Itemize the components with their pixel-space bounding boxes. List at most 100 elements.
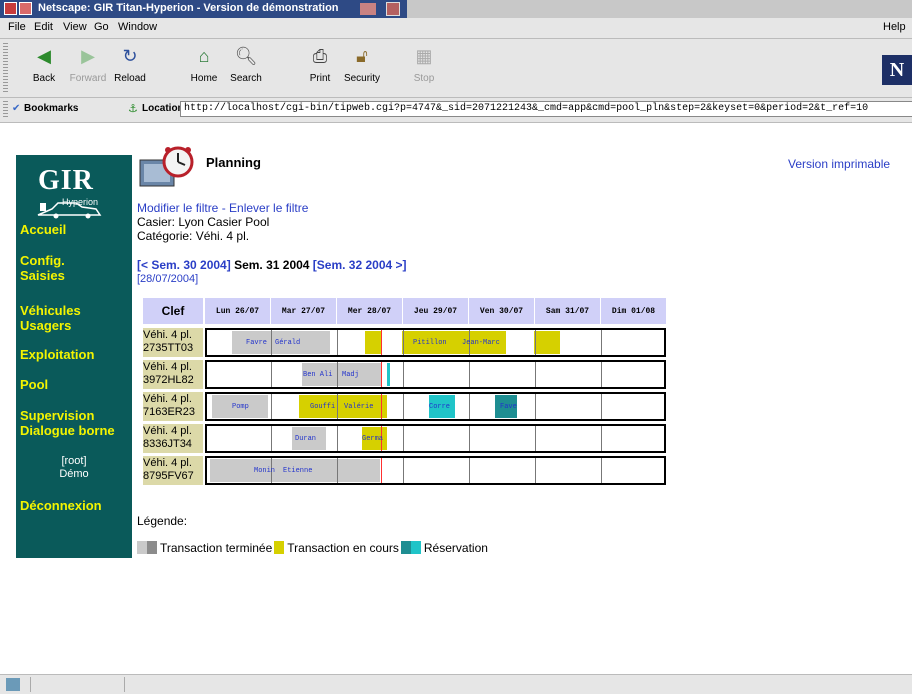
- row-timeline: Favre Gérald Pitillon Jean-Marc: [205, 328, 666, 357]
- maximize-icon[interactable]: [386, 2, 400, 16]
- print-button[interactable]: ⎙ Print: [298, 43, 342, 93]
- header-day: Mer 28/07: [337, 298, 402, 324]
- menu-go[interactable]: Go: [94, 21, 109, 33]
- printer-icon: ⎙: [312, 46, 328, 66]
- day-divider: [337, 362, 338, 387]
- table-row: Véhi. 4 pl. 2735TT03 Favre Gérald Pitill…: [139, 328, 666, 357]
- table-row: Véhi. 4 pl. 3972HL82 Ben Ali Madj: [139, 360, 666, 389]
- now-marker: [381, 330, 382, 355]
- vehicle-key[interactable]: Véhi. 4 pl. 3972HL82: [143, 360, 203, 389]
- now-marker: [381, 362, 382, 387]
- booking-label: Monin: [254, 467, 276, 475]
- planning-grid: Clef Lun 26/07 Mar 27/07 Mer 28/07 Jeu 2…: [139, 298, 666, 489]
- toolbar-grip[interactable]: [3, 43, 8, 93]
- day-divider: [535, 394, 536, 419]
- booking-label: Fave: [500, 403, 517, 411]
- booking-label: Germa: [362, 435, 384, 443]
- window-menu-icon[interactable]: [4, 2, 17, 15]
- header-day: Sam 31/07: [535, 298, 600, 324]
- back-arrow-icon: ◀: [37, 46, 51, 66]
- transaction-bar[interactable]: [365, 331, 381, 354]
- day-divider: [601, 394, 602, 419]
- remove-filter-link[interactable]: Enlever le filtre: [229, 201, 308, 215]
- status-message: [124, 677, 905, 692]
- nav-deconnexion[interactable]: Déconnexion: [20, 498, 102, 513]
- day-divider: [271, 330, 272, 355]
- row-timeline: Ben Ali Madj: [205, 360, 666, 389]
- netscape-logo[interactable]: N: [882, 55, 912, 85]
- search-label: Search: [230, 73, 262, 84]
- back-button[interactable]: ◀ Back: [22, 43, 66, 93]
- user-name: Démo: [59, 468, 89, 480]
- bookmarks-button[interactable]: Bookmarks: [24, 103, 78, 114]
- day-divider: [403, 426, 404, 451]
- nav-vehicules-usagers[interactable]: Véhicules Usagers: [20, 303, 81, 333]
- day-divider: [535, 362, 536, 387]
- next-week-link[interactable]: [Sem. 32 2004 >]: [313, 258, 407, 272]
- back-label: Back: [32, 73, 56, 84]
- vehicle-key[interactable]: Véhi. 4 pl. 8795FV67: [143, 456, 203, 485]
- legend-in-progress-swatch: [274, 541, 285, 555]
- menu-edit[interactable]: Edit: [34, 21, 53, 33]
- booking-label: Favre: [246, 339, 268, 347]
- forward-button[interactable]: ▶ Forward: [66, 43, 110, 93]
- day-divider: [535, 458, 536, 483]
- booking-label: Pomp: [232, 403, 249, 411]
- home-icon: ⌂: [198, 46, 210, 66]
- vehicle-key[interactable]: Véhi. 4 pl. 2735TT03: [143, 328, 203, 357]
- forward-arrow-icon: ▶: [81, 46, 95, 66]
- stop-label: Stop: [413, 73, 435, 84]
- day-divider: [469, 394, 470, 419]
- search-button[interactable]: 🔍︎ Search: [224, 43, 268, 93]
- legend: Transaction terminée Transaction en cours…: [137, 540, 490, 555]
- transaction-bar[interactable]: [534, 331, 560, 354]
- window-title: Netscape: GIR Titan-Hyperion - Version d…: [38, 2, 339, 14]
- current-week: Sem. 31 2004: [230, 258, 313, 272]
- table-row: Véhi. 4 pl. 8336JT34 Duran Germa: [139, 424, 666, 453]
- bookmarks-icon: ✔: [12, 103, 21, 114]
- menu-window[interactable]: Window: [118, 21, 157, 33]
- day-divider: [337, 394, 338, 419]
- modify-filter-link[interactable]: Modifier le filtre: [137, 201, 218, 215]
- day-divider: [271, 426, 272, 451]
- print-version-link[interactable]: Version imprimable: [788, 157, 890, 171]
- home-label: Home: [190, 73, 218, 84]
- stop-button[interactable]: ▦ Stop: [402, 43, 446, 93]
- vehicle-key[interactable]: Véhi. 4 pl. 7163ER23: [143, 392, 203, 421]
- vehicle-key[interactable]: Véhi. 4 pl. 8336JT34: [143, 424, 203, 453]
- menu-help[interactable]: Help: [883, 21, 906, 33]
- header-day: Mar 27/07: [271, 298, 336, 324]
- booking-label: Pitillon: [413, 339, 447, 347]
- day-divider: [601, 330, 602, 355]
- day-divider: [271, 362, 272, 387]
- legend-done-swatch: [137, 541, 147, 555]
- day-divider: [403, 394, 404, 419]
- nav-config-saisies[interactable]: Config. Saisies: [20, 253, 65, 283]
- window-shade-icon[interactable]: [19, 2, 32, 15]
- booking-label: Valérie: [344, 403, 374, 411]
- menu-file[interactable]: File: [8, 21, 26, 33]
- prev-week-link[interactable]: [< Sem. 30 2004]: [137, 258, 231, 272]
- header-clef: Clef: [143, 298, 203, 324]
- locbar-grip[interactable]: [3, 101, 8, 119]
- stop-icon: ▦: [415, 46, 433, 66]
- table-row: Véhi. 4 pl. 8795FV67 Monin Etienne: [139, 456, 666, 485]
- minimize-icon[interactable]: [360, 3, 376, 15]
- home-button[interactable]: ⌂ Home: [182, 43, 226, 93]
- location-bar: ✔ Bookmarks ⚓︎ Location: http://localhos…: [0, 98, 912, 123]
- date-link[interactable]: [28/07/2004]: [137, 273, 198, 285]
- nav-exploitation[interactable]: Exploitation: [20, 347, 94, 362]
- day-divider: [337, 330, 338, 355]
- menu-view[interactable]: View: [63, 21, 87, 33]
- reload-label: Reload: [114, 73, 146, 84]
- day-divider: [403, 458, 404, 483]
- nav-pool[interactable]: Pool: [20, 377, 48, 392]
- security-status-icon[interactable]: [6, 678, 20, 691]
- location-input[interactable]: http://localhost/cgi-bin/tipweb.cgi?p=47…: [180, 101, 912, 117]
- security-button[interactable]: 🔓︎ Security: [340, 43, 384, 93]
- nav-accueil[interactable]: Accueil: [20, 222, 66, 237]
- transaction-bar[interactable]: [387, 363, 390, 386]
- legend-reservation-label: Réservation: [423, 540, 488, 555]
- nav-supervision-dialogue[interactable]: Supervision Dialogue borne: [20, 408, 115, 438]
- reload-button[interactable]: ↻ Reload: [108, 43, 152, 93]
